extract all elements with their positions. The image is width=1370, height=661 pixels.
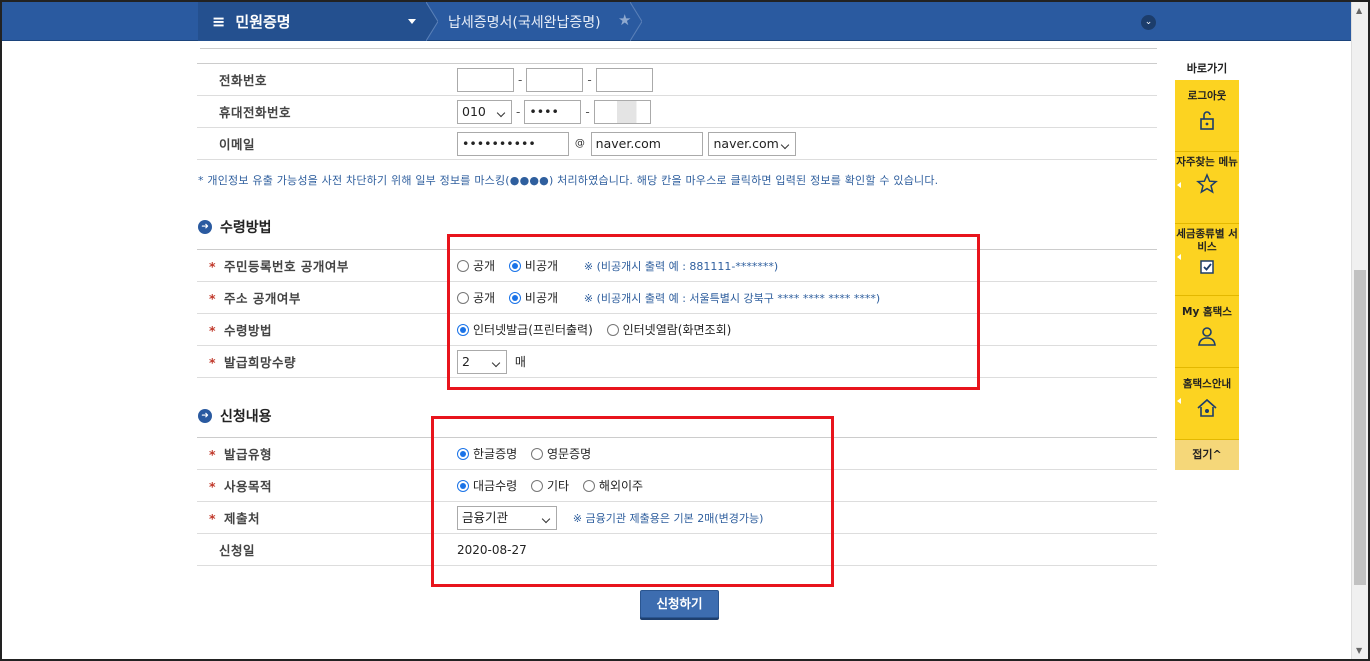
quick-menu: 바로가기 로그아웃 자주찾는 메뉴 세금종류별 서비스 My 홈택스 홈택스안내… xyxy=(1175,60,1239,470)
star-icon xyxy=(1196,173,1218,194)
submit-to-select[interactable]: 금융기관 xyxy=(457,505,557,530)
unlock-icon xyxy=(1200,111,1214,130)
apply-date-row: 신청일 2020-08-27 xyxy=(197,533,1157,566)
submit-to-label: 제출처 xyxy=(224,511,261,526)
email-domain-select[interactable]: naver.com xyxy=(708,131,797,156)
mobile-prefix-select[interactable]: 010 xyxy=(457,99,512,124)
scroll-up-arrow-icon[interactable]: ▲ xyxy=(1356,6,1362,15)
top-navigation-bar: ≡ 민원증명 납세증명서(국세완납증명) ★ ⌄ xyxy=(2,2,1351,41)
quantity-unit: 매 xyxy=(514,355,526,369)
method-row: * 수령방법 인터넷발급(프린터출력) 인터넷열람(화면조회) xyxy=(197,313,1157,346)
method-internet-issue-radio[interactable] xyxy=(457,323,469,336)
breadcrumb-separator xyxy=(426,2,438,41)
quantity-select[interactable]: 2 xyxy=(457,349,507,374)
purpose-emigration-radio[interactable] xyxy=(582,479,595,492)
mobile-middle-field[interactable]: •••• xyxy=(524,99,582,124)
email-row: 이메일 •••••••••• @ naver.com naver.com xyxy=(197,127,1157,160)
purpose-other-radio[interactable] xyxy=(531,479,543,492)
breadcrumb-current[interactable]: 납세증명서(국세완납증명) xyxy=(448,12,601,32)
phone-row: 전화번호 -- xyxy=(197,63,1157,96)
at-sign: @ xyxy=(574,138,585,149)
expand-circle-icon[interactable]: ⌄ xyxy=(1141,15,1156,30)
purpose-label: 사용목적 xyxy=(224,479,273,494)
checkbox-icon xyxy=(1200,260,1214,274)
breadcrumb-end-separator xyxy=(630,2,642,41)
home-icon xyxy=(1197,398,1217,417)
menu-dropdown[interactable]: ≡ 민원증명 xyxy=(198,2,426,41)
address-private-radio[interactable] xyxy=(508,291,521,304)
email-label: 이메일 xyxy=(197,127,447,160)
scroll-down-arrow-icon[interactable]: ▼ xyxy=(1356,646,1362,655)
quantity-row: * 발급희망수량 2 매 xyxy=(197,345,1157,378)
quick-favorites[interactable]: 자주찾는 메뉴 xyxy=(1175,152,1239,224)
apply-date-label: 신청일 xyxy=(219,543,256,558)
quick-my-hometax[interactable]: My 홈택스 xyxy=(1175,296,1239,368)
quick-logout[interactable]: 로그아웃 xyxy=(1175,80,1239,152)
arrow-circle-icon: ➜ xyxy=(198,220,212,234)
apply-date-value: 2020-08-27 xyxy=(457,542,527,557)
caret-down-icon xyxy=(408,19,416,24)
menu-title: 민원증명 xyxy=(235,13,291,31)
rrn-row: * 주민등록번호 공개여부 공개 비공개 ※ (비공개시 출력 예 : 88111… xyxy=(197,249,1157,282)
purpose-row: * 사용목적 대금수령 기타 해외이주 xyxy=(197,469,1157,502)
address-hint: ※ (비공개시 출력 예 : 서울특별시 강북구 **** **** **** … xyxy=(583,291,881,305)
email-id-field[interactable]: •••••••••• xyxy=(457,131,569,156)
type-korean-radio[interactable] xyxy=(457,447,469,460)
mobile-row: 휴대전화번호 010- •••• - xyxy=(197,95,1157,128)
method-internet-view-radio[interactable] xyxy=(606,323,619,336)
issue-type-row: * 발급유형 한글증명 영문증명 xyxy=(197,437,1157,470)
type-english-radio[interactable] xyxy=(531,447,543,460)
phone-field-1[interactable] xyxy=(457,67,514,92)
masking-notice: * 개인정보 유출 가능성을 사전 차단하기 위해 일부 정보를 마스킹(●●●… xyxy=(198,174,939,187)
purpose-loan-radio[interactable] xyxy=(457,479,469,492)
submit-to-row: * 제출처 금융기관 ※ 금융기관 제출용은 기본 2매(변경가능) xyxy=(197,501,1157,534)
rrn-hint: ※ (비공개시 출력 예 : 881111-*******) xyxy=(583,259,779,273)
divider xyxy=(200,48,1157,49)
quick-menu-fold-button[interactable]: 접기^ xyxy=(1175,440,1239,470)
method-label: 수령방법 xyxy=(224,323,273,338)
quantity-label: 발급희망수량 xyxy=(224,355,297,370)
issue-type-label: 발급유형 xyxy=(224,447,273,462)
address-row: * 주소 공개여부 공개 비공개 ※ (비공개시 출력 예 : 서울특별시 강북구… xyxy=(197,281,1157,314)
hamburger-icon: ≡ xyxy=(212,12,226,31)
phone-field-2[interactable] xyxy=(526,67,584,92)
receive-form: * 주민등록번호 공개여부 공개 비공개 ※ (비공개시 출력 예 : 88111… xyxy=(197,249,1157,378)
section-title-apply: ➜ 신청내용 xyxy=(198,406,272,426)
phone-field-3[interactable] xyxy=(595,67,653,92)
user-icon xyxy=(1198,327,1216,346)
quick-menu-title: 바로가기 xyxy=(1186,62,1228,75)
apply-form: * 발급유형 한글증명 영문증명 * 사용목적 대금수령 기타 해외이주 * 제출처 … xyxy=(197,437,1157,566)
address-label: 주소 공개여부 xyxy=(224,291,301,306)
rrn-public-radio[interactable] xyxy=(457,259,469,272)
scroll-thumb[interactable] xyxy=(1354,270,1366,585)
quick-hometax-guide[interactable]: 홈택스안내 xyxy=(1175,368,1239,440)
apply-button[interactable]: 신청하기 xyxy=(640,590,719,618)
quick-tax-services[interactable]: 세금종류별 서비스 xyxy=(1175,224,1239,296)
email-domain-field[interactable]: naver.com xyxy=(590,131,703,156)
address-public-radio[interactable] xyxy=(457,291,469,304)
mobile-last-field[interactable] xyxy=(593,99,651,124)
mobile-label: 휴대전화번호 xyxy=(197,95,447,128)
submit-to-hint: ※ 금융기관 제출용은 기본 2매(변경가능) xyxy=(572,511,764,525)
page-scrollbar[interactable]: ▲ ▼ xyxy=(1351,2,1368,659)
rrn-private-radio[interactable] xyxy=(508,259,521,272)
contact-form: 전화번호 -- 휴대전화번호 010- •••• - 이메일 •••••••••• … xyxy=(197,63,1157,160)
section-title-receive: ➜ 수령방법 xyxy=(198,217,272,237)
arrow-circle-icon: ➜ xyxy=(198,409,212,423)
rrn-label: 주민등록번호 공개여부 xyxy=(224,259,349,274)
phone-label: 전화번호 xyxy=(197,63,447,96)
